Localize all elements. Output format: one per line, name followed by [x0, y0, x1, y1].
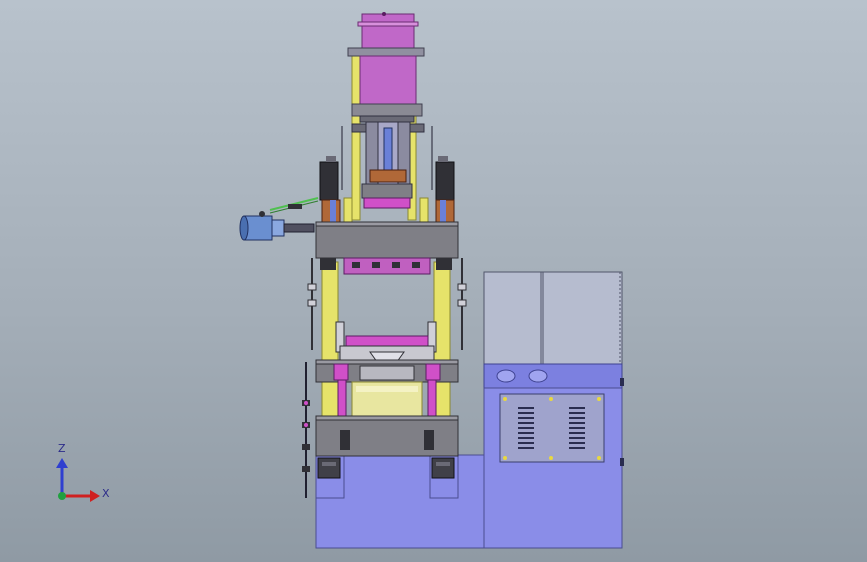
- triad-z-label: Z: [58, 442, 66, 455]
- triad-origin: [58, 492, 66, 500]
- coordinate-triad[interactable]: [56, 458, 100, 502]
- hydraulic-press-model[interactable]: [0, 0, 867, 562]
- x-axis-arrowhead: [90, 490, 100, 502]
- vent-slots-left: [518, 407, 534, 449]
- triad-x-label: X: [102, 487, 110, 500]
- vent-slots-right: [569, 407, 585, 449]
- sensor-rail: [302, 362, 310, 498]
- electrical-cabinet: [483, 271, 624, 549]
- cad-viewport[interactable]: Z X: [0, 0, 867, 562]
- z-axis-arrowhead: [56, 458, 68, 468]
- hydraulic-motor: [239, 197, 319, 241]
